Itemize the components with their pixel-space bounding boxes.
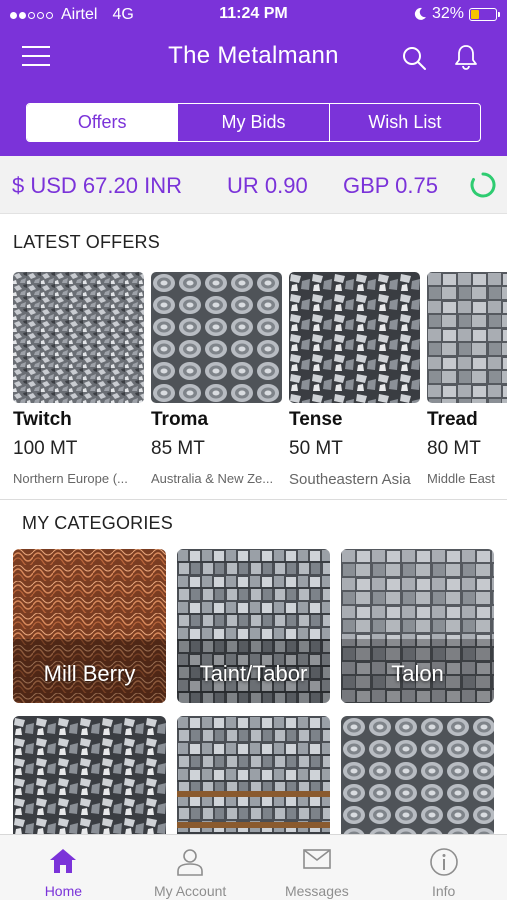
section-divider <box>0 499 507 500</box>
loading-spinner-icon <box>470 172 496 198</box>
ticker-item: UR 0.90 <box>227 173 308 198</box>
battery-info: 32% <box>413 5 500 23</box>
tab-info[interactable]: Info <box>380 835 507 900</box>
tab-label: Home <box>44 883 83 899</box>
offer-name: Twitch <box>13 409 72 430</box>
category-image <box>177 716 330 834</box>
ticker-item: $ USD 67.20 INR <box>12 173 182 198</box>
offer-image <box>289 272 420 403</box>
ticker-item: GBP 0.75 <box>343 173 438 198</box>
tab-offers[interactable]: Offers <box>27 104 178 141</box>
offer-quantity: 50 MT <box>289 438 343 459</box>
category-card-taint-tabor[interactable]: Taint/Tabor <box>177 549 330 703</box>
category-card[interactable] <box>13 716 166 834</box>
navigation-bar: The Metalmann <box>0 34 507 82</box>
my-categories-heading: MY CATEGORIES <box>22 513 173 533</box>
category-card[interactable] <box>341 716 494 834</box>
offer-name: Troma <box>151 409 209 430</box>
category-card-talon[interactable]: Talon <box>341 549 494 703</box>
tab-wish-list[interactable]: Wish List <box>328 104 480 141</box>
offer-region: Australia & New Ze... <box>151 471 274 486</box>
offer-region: Middle East <box>427 471 495 486</box>
offer-card[interactable]: Twitch 100 MT Northern Europe (... <box>13 272 144 486</box>
tab-home[interactable]: Home <box>0 835 127 900</box>
battery-icon <box>469 7 500 21</box>
offer-region: Northern Europe (... <box>13 471 128 486</box>
offer-card[interactable]: Troma 85 MT Australia & New Ze... <box>151 272 282 486</box>
category-label: Taint/Tabor <box>199 661 308 686</box>
tab-my-account[interactable]: My Account <box>127 835 254 900</box>
offer-name: Tread <box>427 409 478 430</box>
search-icon[interactable] <box>400 44 428 72</box>
bell-icon[interactable] <box>452 43 480 71</box>
bottom-tab-bar: Home My Account Messages Info <box>0 834 507 900</box>
account-icon <box>177 849 203 876</box>
category-image <box>341 716 494 834</box>
offer-quantity: 100 MT <box>13 438 78 459</box>
currency-ticker: $ USD 67.20 INR UR 0.90 GBP 0.75 <box>0 156 507 214</box>
tab-messages[interactable]: Messages <box>254 835 381 900</box>
tab-my-bids[interactable]: My Bids <box>177 104 328 141</box>
home-icon <box>50 849 77 873</box>
offer-image <box>13 272 144 403</box>
app-title: The Metalmann <box>168 42 339 69</box>
tab-label: My Account <box>153 883 227 899</box>
category-card[interactable] <box>177 716 330 834</box>
latest-offers-heading: LATEST OFFERS <box>13 232 160 252</box>
tab-label: Info <box>431 883 456 899</box>
offer-quantity: 85 MT <box>151 438 205 459</box>
messages-icon <box>303 849 331 869</box>
offer-image <box>427 272 507 403</box>
tab-label: Messages <box>284 883 349 899</box>
category-label: Mill Berry <box>43 661 136 686</box>
offer-region: Southeastern Asia <box>289 471 411 488</box>
segmented-tabs: Offers My Bids Wish List <box>26 103 481 142</box>
latest-offers-carousel[interactable]: Twitch 100 MT Northern Europe (... Troma… <box>0 272 507 496</box>
offer-card[interactable]: Tense 50 MT Southeastern Asia <box>289 272 420 488</box>
moon-icon <box>414 7 426 20</box>
category-image <box>13 716 166 834</box>
offer-name: Tense <box>289 409 343 430</box>
offer-card[interactable]: Tread 80 MT Middle East <box>427 272 507 486</box>
info-icon <box>429 848 458 876</box>
offer-image <box>151 272 282 403</box>
offer-quantity: 80 MT <box>427 438 481 459</box>
status-bar: Airtel 4G 11:24 PM 32% <box>0 0 507 30</box>
battery-percent: 32% <box>431 5 464 22</box>
category-label: Talon <box>391 661 444 686</box>
category-card-mill-berry[interactable]: Mill Berry <box>13 549 166 703</box>
